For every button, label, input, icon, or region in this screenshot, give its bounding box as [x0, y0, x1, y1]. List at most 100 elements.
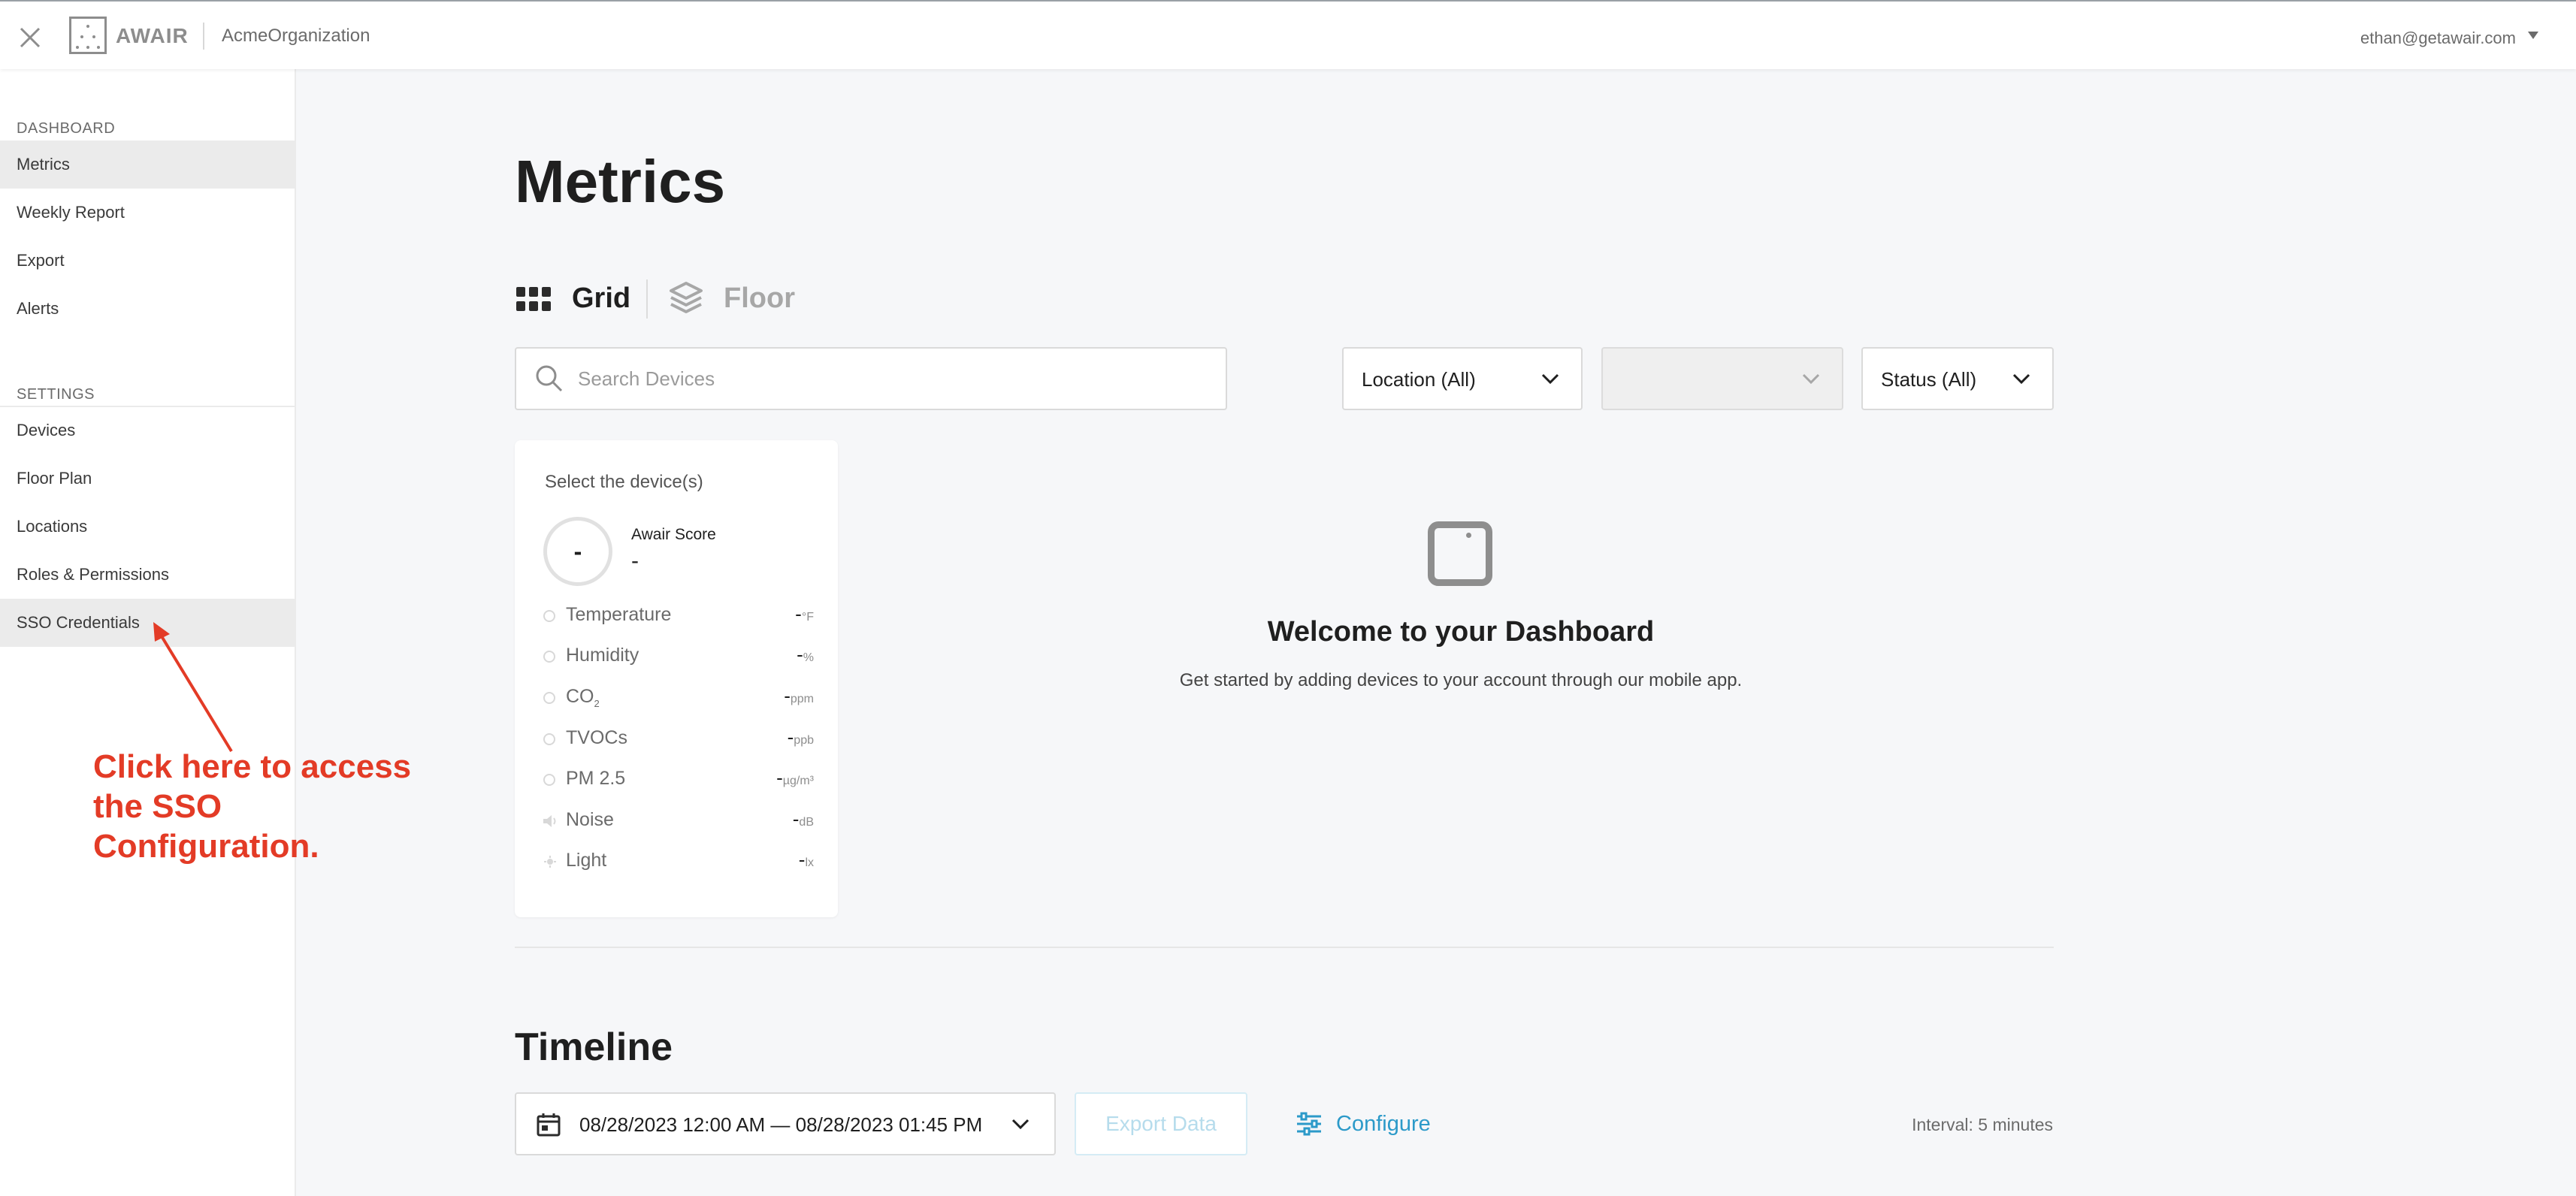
annotation-arrow: [153, 622, 233, 753]
awair-device-icon: [1428, 521, 1492, 586]
metric-value: -%: [797, 643, 814, 666]
metric-row-co2: CO2 -ppm: [543, 683, 814, 713]
metric-name: Noise: [566, 809, 614, 830]
card-title: Select the device(s): [545, 472, 703, 492]
close-icon[interactable]: [15, 23, 45, 53]
configure-button[interactable]: Configure: [1336, 1112, 1431, 1137]
chevron-down-icon: [1011, 1116, 1030, 1131]
awair-score-label: Awair Score: [631, 526, 716, 543]
metric-name: Humidity: [566, 645, 639, 666]
circle-icon: [543, 733, 555, 745]
metric-value: -ppb: [788, 726, 814, 749]
section-divider: [515, 947, 2054, 948]
location-filter-dropdown[interactable]: Location (All): [1342, 347, 1583, 410]
awair-score-ring: -: [543, 517, 612, 586]
metric-unit: ppm: [790, 693, 814, 705]
metric-row-noise: Noise -dB: [543, 806, 814, 836]
metric-unit: µg/m³: [782, 775, 814, 787]
metric-value: -dB: [793, 808, 814, 831]
metric-unit: %: [803, 651, 814, 664]
metric-unit: °F: [801, 611, 814, 624]
grid-icon[interactable]: [516, 287, 551, 311]
metric-name: Temperature: [566, 604, 672, 625]
sidebar-item-floor-plan[interactable]: Floor Plan: [0, 455, 295, 503]
layers-icon[interactable]: [667, 279, 705, 317]
sidebar-item-devices[interactable]: Devices: [0, 406, 295, 455]
circle-icon: [543, 774, 555, 786]
metric-row-light: Light -lx: [543, 847, 814, 877]
metric-value: -°F: [795, 603, 814, 626]
awair-score-value: -: [631, 548, 639, 573]
metric-number: -: [797, 643, 803, 666]
sidebar-item-weekly-report[interactable]: Weekly Report: [0, 189, 295, 237]
organization-name: AcmeOrganization: [222, 26, 370, 46]
metric-number: -: [795, 603, 802, 625]
sidebar-item-alerts[interactable]: Alerts: [0, 285, 295, 333]
circle-icon: [543, 651, 555, 663]
search-box[interactable]: [515, 347, 1227, 410]
date-range-text: 08/28/2023 12:00 AM — 08/28/2023 01:45 P…: [579, 1113, 983, 1136]
metric-value: -ppm: [784, 684, 814, 708]
sliders-icon[interactable]: [1296, 1110, 1323, 1137]
metric-number: -: [776, 766, 783, 789]
sun-icon: [544, 856, 556, 868]
timeline-title: Timeline: [515, 1025, 673, 1069]
metric-subscript: 2: [594, 698, 600, 709]
welcome-subtitle: Get started by adding devices to your ac…: [1179, 670, 1743, 690]
sidebar-item-roles-permissions[interactable]: Roles & Permissions: [0, 551, 295, 599]
user-menu[interactable]: ethan@getawair.com: [2360, 29, 2516, 48]
metric-name-text: CO: [566, 686, 594, 707]
annotation-line: Configuration.: [93, 828, 319, 865]
view-tab-floor[interactable]: Floor: [724, 282, 795, 315]
circle-icon: [543, 692, 555, 704]
date-range-picker[interactable]: 08/28/2023 12:00 AM — 08/28/2023 01:45 P…: [515, 1092, 1056, 1155]
calendar-icon: [536, 1112, 561, 1137]
view-divider: [646, 279, 648, 319]
page-title: Metrics: [515, 148, 726, 215]
metric-row-tvocs: TVOCs -ppb: [543, 724, 814, 754]
metric-row-temperature: Temperature -°F: [543, 601, 814, 631]
search-icon: [534, 364, 564, 394]
metric-unit: dB: [799, 816, 814, 829]
metric-name: Light: [566, 850, 607, 871]
search-input[interactable]: [578, 364, 1209, 394]
logo-text: AWAIR: [116, 24, 189, 47]
view-tab-grid[interactable]: Grid: [572, 282, 630, 315]
metric-name: TVOCs: [566, 727, 627, 748]
metric-value: -lx: [799, 848, 814, 871]
sidebar-heading-settings: SETTINGS: [17, 386, 95, 403]
metric-unit: lx: [805, 856, 814, 869]
dropdown-label: Status (All): [1881, 368, 1977, 391]
chevron-down-icon: [1540, 371, 1560, 386]
export-data-button[interactable]: Export Data: [1075, 1092, 1247, 1155]
sidebar-item-export[interactable]: Export: [0, 237, 295, 285]
interval-label: Interval: 5 minutes: [1912, 1115, 2053, 1134]
top-bar: AWAIR AcmeOrganization ethan@getawair.co…: [0, 0, 2576, 69]
chevron-down-icon: [1801, 371, 1821, 386]
annotation-line: the SSO: [93, 788, 222, 825]
caret-down-icon[interactable]: [2528, 32, 2538, 39]
device-metrics-card[interactable]: Select the device(s) - Awair Score - Tem…: [515, 440, 838, 917]
metric-value: -µg/m³: [776, 766, 814, 790]
dropdown-label: Location (All): [1362, 368, 1476, 391]
status-filter-dropdown[interactable]: Status (All): [1861, 347, 2054, 410]
welcome-title: Welcome to your Dashboard: [1267, 616, 1655, 648]
chevron-down-icon: [2012, 371, 2031, 386]
metric-name: PM 2.5: [566, 768, 626, 789]
metric-name: CO2: [566, 686, 600, 709]
sidebar-heading-dashboard: DASHBOARD: [17, 120, 116, 137]
metric-row-pm25: PM 2.5 -µg/m³: [543, 765, 814, 795]
circle-icon: [543, 610, 555, 622]
sidebar-item-metrics[interactable]: Metrics: [0, 140, 295, 189]
metric-row-humidity: Humidity -%: [543, 642, 814, 672]
sidebar-item-locations[interactable]: Locations: [0, 503, 295, 551]
secondary-filter-dropdown[interactable]: [1601, 347, 1843, 410]
metric-unit: ppb: [794, 734, 814, 747]
metric-number: -: [784, 684, 791, 707]
annotation-callout: Click here to access the SSO Configurati…: [93, 747, 439, 866]
annotation-line: Click here to access: [93, 748, 412, 785]
awair-logo-icon: [69, 17, 107, 54]
header-divider: [203, 23, 204, 50]
speaker-icon: [543, 815, 556, 827]
metric-number: -: [787, 726, 794, 748]
